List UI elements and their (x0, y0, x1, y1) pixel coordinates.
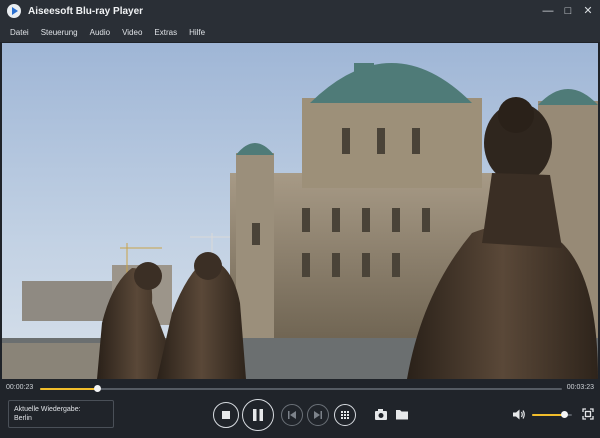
menu-bar: Datei Steuerung Audio Video Extras Hilfe (0, 22, 600, 42)
volume-handle[interactable] (561, 411, 568, 418)
video-frame[interactable] (2, 43, 598, 379)
minimize-button[interactable]: — (540, 3, 556, 19)
folder-icon[interactable] (395, 408, 409, 421)
video-scene (2, 43, 598, 379)
menu-hilfe[interactable]: Hilfe (183, 28, 211, 37)
now-playing-label: Aktuelle Wiedergabe: (14, 406, 81, 413)
previous-button[interactable] (281, 404, 303, 426)
total-time: 00:03:23 (566, 384, 594, 391)
volume-level (532, 414, 564, 416)
pause-icon (253, 409, 263, 421)
fullscreen-icon[interactable] (582, 408, 594, 420)
menu-audio[interactable]: Audio (84, 28, 116, 37)
seek-handle[interactable] (94, 385, 102, 392)
seek-progress (40, 388, 98, 390)
now-playing-title: Berlin (14, 415, 32, 422)
window-controls: — □ ✕ (540, 3, 596, 19)
player-controls: 00:00:23 00:03:23 Aktuelle Wiedergabe: B… (0, 379, 600, 438)
current-time: 00:00:23 (6, 384, 34, 391)
menu-video[interactable]: Video (116, 28, 148, 37)
next-chapter-icon (314, 411, 322, 419)
app-title: Aiseesoft Blu-ray Player (28, 5, 144, 17)
disc-menu-icon (341, 411, 349, 419)
now-playing-box: Aktuelle Wiedergabe: Berlin (8, 400, 114, 428)
maximize-button[interactable]: □ (560, 3, 576, 19)
menu-extras[interactable]: Extras (148, 28, 183, 37)
pause-button[interactable] (242, 399, 274, 431)
close-button[interactable]: ✕ (580, 3, 596, 19)
title-bar: Aiseesoft Blu-ray Player — □ ✕ (0, 0, 600, 22)
disc-menu-button[interactable] (334, 404, 356, 426)
menu-steuerung[interactable]: Steuerung (35, 28, 84, 37)
speaker-icon[interactable] (512, 408, 526, 421)
camera-icon[interactable] (374, 408, 388, 421)
seek-bar[interactable] (40, 385, 562, 392)
stop-button[interactable] (213, 402, 239, 428)
stop-icon (222, 411, 230, 419)
menu-datei[interactable]: Datei (4, 28, 35, 37)
next-button[interactable] (307, 404, 329, 426)
volume-slider[interactable] (532, 411, 572, 418)
app-logo-icon (7, 4, 21, 18)
previous-chapter-icon (288, 411, 296, 419)
